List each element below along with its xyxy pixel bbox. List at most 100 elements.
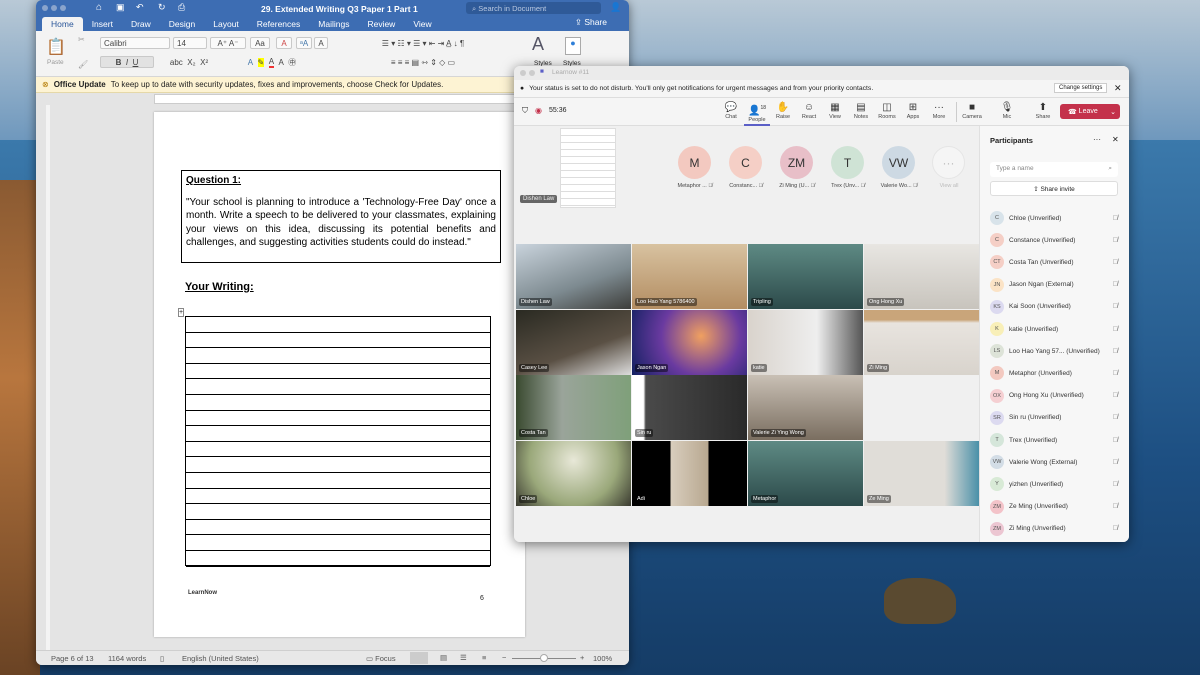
bold-italic-underline[interactable]: B I U <box>100 56 154 68</box>
video-tile[interactable]: Ong Hong Xu <box>864 244 979 309</box>
close-panel-icon[interactable]: ✕ <box>1112 135 1119 144</box>
participant-item[interactable]: JN Jason Ngan (External) 🎙̸ <box>990 274 1120 296</box>
share-button[interactable]: ⬆ Share <box>1030 102 1056 120</box>
close-button[interactable] <box>42 5 48 11</box>
participant-item[interactable]: C Chloe (Unverified) 🎙̸ <box>990 207 1120 229</box>
video-tile[interactable]: Valerie Zi Ying Wong <box>748 375 863 440</box>
participant-avatar[interactable]: ZM <box>780 146 813 179</box>
language[interactable]: English (United States) <box>182 654 259 663</box>
search-document-input[interactable]: ⌕ Search in Document <box>466 2 601 14</box>
minimize-button[interactable] <box>51 5 57 11</box>
participant-search-input[interactable]: Type a name ⌕ <box>990 162 1118 177</box>
focus-button[interactable]: ▭ Focus <box>366 654 396 663</box>
participant-item[interactable]: Yyizhen (Unverified) 🎙̸ <box>990 473 1120 495</box>
horizontal-ruler[interactable] <box>154 94 524 104</box>
text-effects-highlight-color[interactable]: A ✎ A A ㊥ <box>222 56 322 68</box>
participant-item[interactable]: ZM Zi Ming (Unverified) 🎙̸ <box>990 518 1120 540</box>
tab-home[interactable]: Home <box>42 17 83 31</box>
word-count[interactable]: 1164 words <box>108 654 146 663</box>
font-size-grow-shrink[interactable]: A⁺ A⁻ <box>210 37 246 49</box>
people-button[interactable]: 👤18 People <box>744 102 770 126</box>
participant-item[interactable]: OX Ong Hong Xu (Unverified) 🎙̸ <box>990 385 1120 407</box>
close-button[interactable] <box>520 70 526 76</box>
shared-screen-thumbnail[interactable] <box>560 128 616 208</box>
writing-lines-table[interactable] <box>185 316 491 567</box>
zoom-out[interactable]: − <box>502 653 506 662</box>
tab-mailings[interactable]: Mailings <box>309 17 358 31</box>
zoom-slider-knob[interactable] <box>540 654 548 662</box>
video-tile[interactable]: Casey Lee <box>516 309 631 375</box>
mic-button[interactable]: 🎙 Mic <box>994 102 1020 120</box>
participant-item[interactable]: Kkatie (Unverified) 🎙̸ <box>990 318 1120 340</box>
participant-item[interactable]: KS Kai Soon (Unverified) 🎙̸ <box>990 296 1120 318</box>
draft-view[interactable]: ≡ <box>482 653 486 662</box>
participant-item[interactable]: CT Costa Tan (Unverified) 🎙̸ <box>990 251 1120 273</box>
video-tile[interactable]: Zi Ming <box>864 309 979 375</box>
close-notification-icon[interactable]: ✕ <box>1114 83 1122 94</box>
table-move-handle[interactable]: + <box>178 308 185 317</box>
document-page[interactable]: Question 1: "Your school is planning to … <box>154 112 525 637</box>
participant-item[interactable]: ZM Ze Ming (Unverified) 🎙̸ <box>990 496 1120 518</box>
change-case-button[interactable]: Aa <box>250 37 270 49</box>
participant-item[interactable]: T Trex (Unverified) 🎙̸ <box>990 429 1120 451</box>
apps-button[interactable]: ⊞ Apps <box>900 102 926 120</box>
strike-sub-super[interactable]: abc X₂ X² <box>158 56 220 68</box>
undo-icon[interactable]: ↶ <box>136 2 144 13</box>
video-tile[interactable]: Sin ru <box>632 375 747 440</box>
print-icon[interactable]: ⎙ <box>178 2 185 13</box>
save-icon[interactable]: ▣ <box>116 2 125 13</box>
font-size-select[interactable]: 14 <box>173 37 207 49</box>
notes-button[interactable]: ▤ Notes <box>848 102 874 120</box>
participant-avatar[interactable]: VW <box>882 146 915 179</box>
video-tile[interactable]: Costa Tan <box>516 375 631 440</box>
character-border-button[interactable]: A <box>314 37 328 49</box>
participant-avatar[interactable]: M <box>678 146 711 179</box>
tab-insert[interactable]: Insert <box>83 17 122 31</box>
zoom-level[interactable]: 100% <box>593 654 612 663</box>
tab-review[interactable]: Review <box>358 17 404 31</box>
proofing-icon[interactable]: ▯ <box>160 654 164 663</box>
phonetic-guide-button[interactable]: ᵃA <box>296 37 312 49</box>
participant-item[interactable]: VW Valerie Wong (External) 🎙̸ <box>990 451 1120 473</box>
video-tile[interactable]: Jason Ngan <box>632 309 747 375</box>
more-button[interactable]: ··· More <box>926 102 952 120</box>
maximize-button[interactable] <box>60 5 66 11</box>
styles-gallery-icon[interactable]: A <box>532 34 544 55</box>
view-button[interactable]: ▦ View <box>822 102 848 120</box>
camera-button[interactable]: ■ Camera <box>959 102 985 120</box>
participant-avatar[interactable]: T <box>831 146 864 179</box>
tab-draw[interactable]: Draw <box>122 17 160 31</box>
web-layout-view[interactable]: ▤ <box>440 653 447 662</box>
redo-icon[interactable]: ↻ <box>158 2 166 13</box>
view-all-button[interactable]: ··· <box>932 146 965 179</box>
video-tile[interactable]: Chloe <box>516 440 631 506</box>
rooms-button[interactable]: ◫ Rooms <box>874 102 900 120</box>
zoom-slider[interactable] <box>512 654 576 662</box>
change-settings-button[interactable]: Change settings <box>1054 83 1108 93</box>
home-icon[interactable]: ⌂ <box>96 2 102 13</box>
participant-item[interactable]: LS Loo Hao Yang 57... (Unverified) 🎙̸ <box>990 340 1120 362</box>
clear-formatting-button[interactable]: A <box>276 37 292 49</box>
tab-design[interactable]: Design <box>160 17 204 31</box>
update-warning-icon[interactable]: ⊗ <box>42 80 49 89</box>
tab-references[interactable]: References <box>248 17 309 31</box>
share-invite-button[interactable]: ⇪ Share invite <box>990 181 1118 196</box>
format-painter-icon[interactable]: 🖌 <box>78 60 88 69</box>
tab-view[interactable]: View <box>404 17 440 31</box>
zoom-in[interactable]: + <box>580 653 584 662</box>
video-tile[interactable]: Ze Ming <box>864 440 979 506</box>
minimize-button[interactable] <box>529 70 535 76</box>
leave-button[interactable]: ☎ Leave ⌄ <box>1060 104 1120 119</box>
video-tile[interactable]: Dishen Law <box>516 244 631 309</box>
video-tile[interactable]: katie <box>748 309 863 375</box>
font-name-select[interactable]: Calibri <box>100 37 170 49</box>
video-tile[interactable]: Adi <box>632 440 747 506</box>
alignment-buttons[interactable]: ≡ ≡ ≡ ▤ ⇿ ⇕ ◇ ▭ <box>338 56 508 68</box>
participant-item[interactable]: M Metaphor (Unverified) 🎙̸ <box>990 362 1120 384</box>
participant-item[interactable]: SR Sin ru (Unverified) 🎙̸ <box>990 407 1120 429</box>
share-button[interactable]: ⇪ Share <box>575 17 607 31</box>
raise-hand-button[interactable]: ✋ Raise <box>770 102 796 120</box>
tab-layout[interactable]: Layout <box>204 17 248 31</box>
list-indent-buttons[interactable]: ☰ ▾ ☷ ▾ ☰ ▾ ⇤ ⇥ A̲ ↓ ¶ <box>338 37 508 49</box>
react-button[interactable]: ☺ React <box>796 102 822 120</box>
